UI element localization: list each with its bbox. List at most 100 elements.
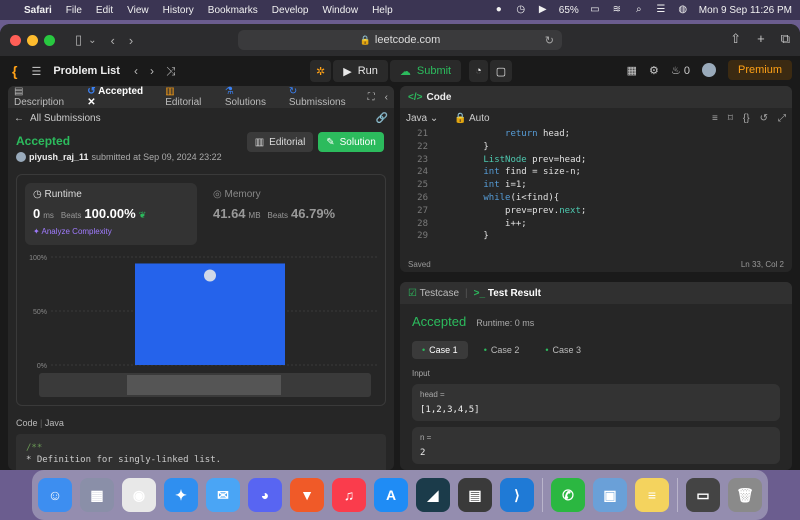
close-tab-icon[interactable]: ✕ [87, 97, 95, 108]
siri-icon[interactable]: ◍ [677, 5, 689, 15]
collapse-icon[interactable]: ‹ [385, 92, 388, 103]
code-editor[interactable]: 21 return head; 22 } 23 ListNode prev=head… [400, 128, 792, 243]
menu-history[interactable]: History [163, 5, 194, 16]
zoom-window-button[interactable] [44, 34, 55, 46]
time-machine-icon[interactable]: ◷ [515, 5, 527, 15]
braces-icon[interactable]: {} [743, 113, 750, 124]
play-icon[interactable]: ▶ [537, 5, 549, 15]
status-app-icon[interactable]: ● [493, 5, 505, 15]
timer-button[interactable]: ◔ [469, 60, 488, 82]
settings-gear-icon[interactable]: ⚙ [649, 64, 659, 77]
case-tab-1[interactable]: • Case 1 [412, 341, 468, 359]
share-icon[interactable]: ⇧ [730, 31, 741, 47]
forward-icon[interactable]: › [129, 33, 133, 48]
menu-file[interactable]: File [66, 5, 82, 16]
undo-icon[interactable]: ↺ [760, 113, 768, 124]
avatar[interactable] [16, 152, 26, 162]
runtime-card[interactable]: ◷ Runtime 0 ms Beats 100.00% ❦ ✦ Analyze… [25, 183, 197, 245]
notes-button[interactable]: ▢ [489, 60, 513, 82]
tab-testcase[interactable]: ☑ Testcase [408, 288, 459, 299]
user-avatar[interactable] [701, 63, 716, 77]
list-icon[interactable]: ☰ [31, 65, 41, 78]
solution-button[interactable]: ✎ Solution [318, 132, 384, 152]
input-head-box[interactable]: head = [1,2,3,4,5] [412, 384, 780, 421]
battery-icon[interactable]: ▭ [589, 5, 601, 15]
menu-edit[interactable]: Edit [96, 5, 113, 16]
clock[interactable]: Mon 9 Sep 11:26 PM [699, 5, 792, 16]
new-tab-icon[interactable]: + [757, 31, 765, 47]
dock-vscode-icon[interactable]: ⟩ [500, 478, 534, 512]
control-center-icon[interactable]: ☰ [655, 5, 667, 15]
dock-trash-icon[interactable]: 🗑 [728, 478, 762, 512]
dock-terminal-app-icon[interactable]: ◢ [416, 478, 450, 512]
layout-grid-icon[interactable]: ▦ [627, 64, 637, 77]
tab-description[interactable]: ▤ Description [14, 86, 75, 108]
case-tab-2[interactable]: • Case 2 [474, 341, 530, 359]
expand-icon[interactable]: ⤢ [778, 113, 786, 124]
input-n-box[interactable]: n = 2 [412, 427, 780, 464]
menu-window[interactable]: Window [323, 5, 359, 16]
spotlight-icon[interactable]: ⌕ [633, 5, 645, 15]
bookmark-icon[interactable]: ⌑ [728, 113, 733, 124]
menu-view[interactable]: View [127, 5, 149, 16]
all-submissions-link[interactable]: All Submissions [30, 113, 101, 124]
dock-brave-icon[interactable]: ▼ [290, 478, 324, 512]
username[interactable]: piyush_raj_11 [29, 152, 89, 162]
url-text: leetcode.com [374, 34, 441, 46]
next-problem-icon[interactable]: › [150, 64, 154, 78]
dock-chrome-icon[interactable]: ◉ [122, 478, 156, 512]
submit-button[interactable]: ☁ Submit [389, 60, 462, 82]
chevron-down-icon[interactable]: ⌄ [88, 35, 96, 46]
dock-discord-icon[interactable]: ◕ [248, 478, 282, 512]
menu-safari[interactable]: Safari [24, 5, 52, 16]
analyze-complexity-button[interactable]: ✦ Analyze Complexity [33, 227, 189, 236]
memory-card[interactable]: ◎ Memory 41.64 MB Beats 46.79% [205, 183, 375, 245]
tab-editorial[interactable]: ▥ Editorial [165, 86, 213, 108]
problem-list-link[interactable]: Problem List [53, 65, 120, 77]
tab-solutions[interactable]: ⚗ Solutions [225, 86, 277, 108]
back-arrow-icon[interactable]: ← [14, 113, 24, 124]
dock-finder-icon[interactable]: ☺ [38, 478, 72, 512]
tab-accepted[interactable]: ↺ Accepted ✕ [87, 86, 153, 108]
dock-notes-icon[interactable]: ≡ [635, 478, 669, 512]
dock-mail-icon[interactable]: ✉ [206, 478, 240, 512]
case-tab-3[interactable]: • Case 3 [535, 341, 591, 359]
shuffle-icon[interactable]: ⤨ [166, 64, 176, 79]
editorial-button[interactable]: ▥ Editorial [247, 132, 313, 152]
prev-problem-icon[interactable]: ‹ [134, 64, 138, 78]
dock-safari-icon[interactable]: ✦ [164, 478, 198, 512]
submitted-code[interactable]: /** * Definition for singly-linked list. [16, 434, 386, 470]
premium-button[interactable]: Premium [727, 60, 792, 80]
dock-app-store-icon[interactable]: A [374, 478, 408, 512]
leetcode-logo-icon[interactable]: { [12, 63, 17, 79]
link-icon[interactable]: 🔗 [376, 113, 388, 124]
dock-preview-icon[interactable]: ▣ [593, 478, 627, 512]
language-select[interactable]: Java ⌄ [406, 113, 438, 124]
menu-develop[interactable]: Develop [272, 5, 309, 16]
wifi-icon[interactable]: ≋ [611, 5, 623, 15]
dock-calculator-icon[interactable]: ▤ [458, 478, 492, 512]
tab-test-result[interactable]: >_ Test Result [474, 288, 541, 299]
menu-help[interactable]: Help [372, 5, 393, 16]
minimize-window-button[interactable] [27, 34, 38, 46]
tab-submissions[interactable]: ↻ Submissions [289, 86, 356, 108]
memory-unit: MB [248, 211, 261, 220]
cloud-upload-icon: ☁ [399, 65, 411, 78]
sidebar-icon[interactable]: ▯ [75, 32, 82, 48]
run-button[interactable]: ▶ Run [333, 60, 388, 82]
streak-counter[interactable]: ♨ 0 [671, 64, 690, 77]
dock-whatsapp-icon[interactable]: ✆ [551, 478, 585, 512]
address-bar[interactable]: 🔒 leetcode.com ↻ [238, 30, 562, 50]
maximize-icon[interactable]: ⛶ [368, 92, 375, 103]
menu-bookmarks[interactable]: Bookmarks [208, 5, 258, 16]
tab-overview-icon[interactable]: ⧉ [781, 31, 790, 47]
dock-launchpad-icon[interactable]: ▦ [80, 478, 114, 512]
back-icon[interactable]: ‹ [111, 33, 115, 48]
format-icon[interactable]: ≡ [712, 113, 718, 124]
dock-music-icon[interactable]: ♫ [332, 478, 366, 512]
close-window-button[interactable] [10, 34, 21, 46]
debug-button[interactable]: ✲ [310, 60, 332, 82]
reload-icon[interactable]: ↻ [545, 34, 554, 47]
autocomplete-mode[interactable]: 🔒 Auto [454, 113, 489, 124]
dock-screenshot-icon[interactable]: ▭ [686, 478, 720, 512]
